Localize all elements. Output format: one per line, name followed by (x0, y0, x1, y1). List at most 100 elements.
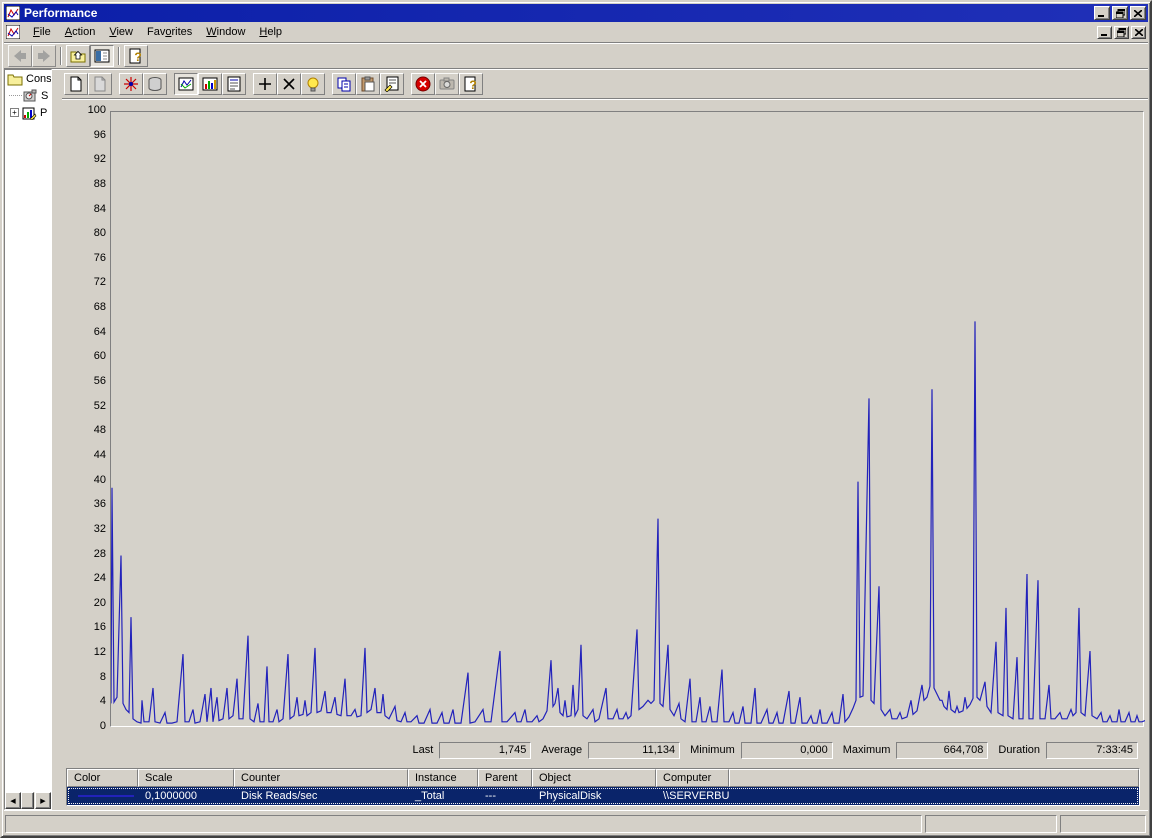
perf-logs-icon (21, 106, 37, 120)
minimize-button[interactable] (1094, 6, 1110, 20)
scroll-left-button[interactable]: ◀ (5, 792, 21, 809)
column-header-spacer[interactable] (729, 769, 1139, 787)
perfmon-icon (6, 6, 20, 20)
cell-instance: _Total (408, 790, 478, 802)
tree-horizontal-scrollbar[interactable]: ◀ ▶ (5, 792, 51, 809)
y-tick-label: 24 (62, 572, 106, 584)
column-header-instance[interactable]: Instance (408, 769, 478, 787)
properties-icon (384, 76, 400, 92)
help-button[interactable]: ? (124, 45, 148, 67)
titlebar[interactable]: Performance (4, 4, 1148, 22)
column-header-object[interactable]: Object (532, 769, 656, 787)
column-header-scale[interactable]: Scale (138, 769, 234, 787)
report-icon (226, 76, 242, 92)
update-data-button[interactable] (435, 73, 459, 95)
tree-item-label: P (40, 107, 47, 119)
folder-icon (7, 72, 23, 86)
restore-button[interactable] (1112, 6, 1128, 20)
y-tick-label: 80 (62, 227, 106, 239)
new-page-icon (68, 76, 84, 92)
properties-button[interactable] (380, 73, 404, 95)
menubar: FileActionViewFavoritesWindowHelp (4, 22, 1148, 43)
view-report-button[interactable] (222, 73, 246, 95)
expander-plus[interactable]: + (10, 108, 19, 117)
clear-page-icon (92, 76, 108, 92)
y-tick-label: 20 (62, 597, 106, 609)
graph-area: 1009692888480767268646056524844403632282… (62, 99, 1148, 738)
paste-icon (360, 76, 376, 92)
y-tick-label: 56 (62, 375, 106, 387)
y-tick-label: 44 (62, 449, 106, 461)
column-header-computer[interactable]: Computer (656, 769, 729, 787)
child-close-button[interactable] (1131, 26, 1146, 39)
y-tick-label: 16 (62, 621, 106, 633)
column-header-color[interactable]: Color (67, 769, 138, 787)
y-tick-label: 52 (62, 400, 106, 412)
help-button-2[interactable]: ? (459, 73, 483, 95)
close-button[interactable] (1130, 6, 1146, 20)
cell-scale: 0,1000000 (138, 790, 234, 802)
view-current-activity-button[interactable] (119, 73, 143, 95)
child-restore-button[interactable] (1114, 26, 1129, 39)
counter-row[interactable]: 0,1000000Disk Reads/sec_Total---Physical… (67, 787, 1139, 805)
menu-help[interactable]: Help (252, 24, 289, 40)
clear-display-button[interactable] (88, 73, 112, 95)
tree-item-s[interactable]: S (5, 87, 51, 104)
tree-item-label: S (41, 90, 48, 102)
statusbar-panel-3 (1060, 815, 1146, 833)
menu-favorites[interactable]: Favorites (140, 24, 199, 40)
copy-icon (336, 76, 352, 92)
lightbulb-icon (305, 76, 321, 92)
y-tick-label: 12 (62, 646, 106, 658)
stat-label-maximum: Maximum (843, 744, 891, 756)
cell-computer: \\SERVERBUH (656, 790, 729, 802)
console-tree-icon (94, 48, 110, 64)
view-log-data-button[interactable] (143, 73, 167, 95)
menu-window[interactable]: Window (199, 24, 252, 40)
scroll-thumb[interactable] (21, 792, 34, 809)
stat-value-minimum: 0,000 (741, 742, 833, 759)
color-swatch (67, 790, 138, 802)
scroll-right-button[interactable]: ▶ (35, 792, 51, 809)
new-counter-set-button[interactable] (64, 73, 88, 95)
freeze-display-button[interactable] (411, 73, 435, 95)
column-header-parent[interactable]: Parent (478, 769, 532, 787)
y-tick-label: 28 (62, 548, 106, 560)
view-graph-button[interactable] (174, 73, 198, 95)
child-minimize-button[interactable] (1097, 26, 1112, 39)
column-header-counter[interactable]: Counter (234, 769, 408, 787)
statusbar (4, 810, 1148, 834)
legend-header: ColorScaleCounterInstanceParentObjectCom… (67, 769, 1139, 787)
menu-file[interactable]: File (26, 24, 58, 40)
tree-item-p[interactable]: +P (5, 104, 51, 121)
log-database-icon (147, 76, 163, 92)
menu-view[interactable]: View (102, 24, 140, 40)
window-title: Performance (24, 6, 1092, 20)
y-tick-label: 72 (62, 276, 106, 288)
perfmon-child-icon (6, 25, 20, 39)
view-histogram-button[interactable] (198, 73, 222, 95)
y-tick-label: 84 (62, 203, 106, 215)
forward-button[interactable] (32, 45, 56, 67)
stat-value-average: 11,134 (588, 742, 680, 759)
delete-counter-button[interactable] (277, 73, 301, 95)
up-one-level-button[interactable] (66, 45, 90, 67)
y-tick-label: 68 (62, 301, 106, 313)
menu-action[interactable]: Action (58, 24, 103, 40)
main-area: ConsS+P ◀ ▶ ? 10096928884807672686460565… (4, 69, 1148, 810)
statusbar-panel-2 (925, 815, 1057, 833)
console-tree-panel[interactable]: ConsS+P ◀ ▶ (4, 69, 52, 810)
svg-text:?: ? (134, 50, 141, 64)
highlight-button[interactable] (301, 73, 325, 95)
up-folder-icon (70, 48, 86, 64)
paste-counter-list-button[interactable] (356, 73, 380, 95)
tree-item-cons[interactable]: Cons (5, 70, 51, 87)
show-console-tree-button[interactable] (90, 45, 114, 67)
tree-splitter[interactable] (52, 69, 62, 810)
copy-properties-button[interactable] (332, 73, 356, 95)
y-tick-label: 60 (62, 350, 106, 362)
back-button[interactable] (8, 45, 32, 67)
main-toolbar: ? (4, 43, 1148, 69)
line-graph-icon (178, 76, 194, 92)
add-counter-button[interactable] (253, 73, 277, 95)
